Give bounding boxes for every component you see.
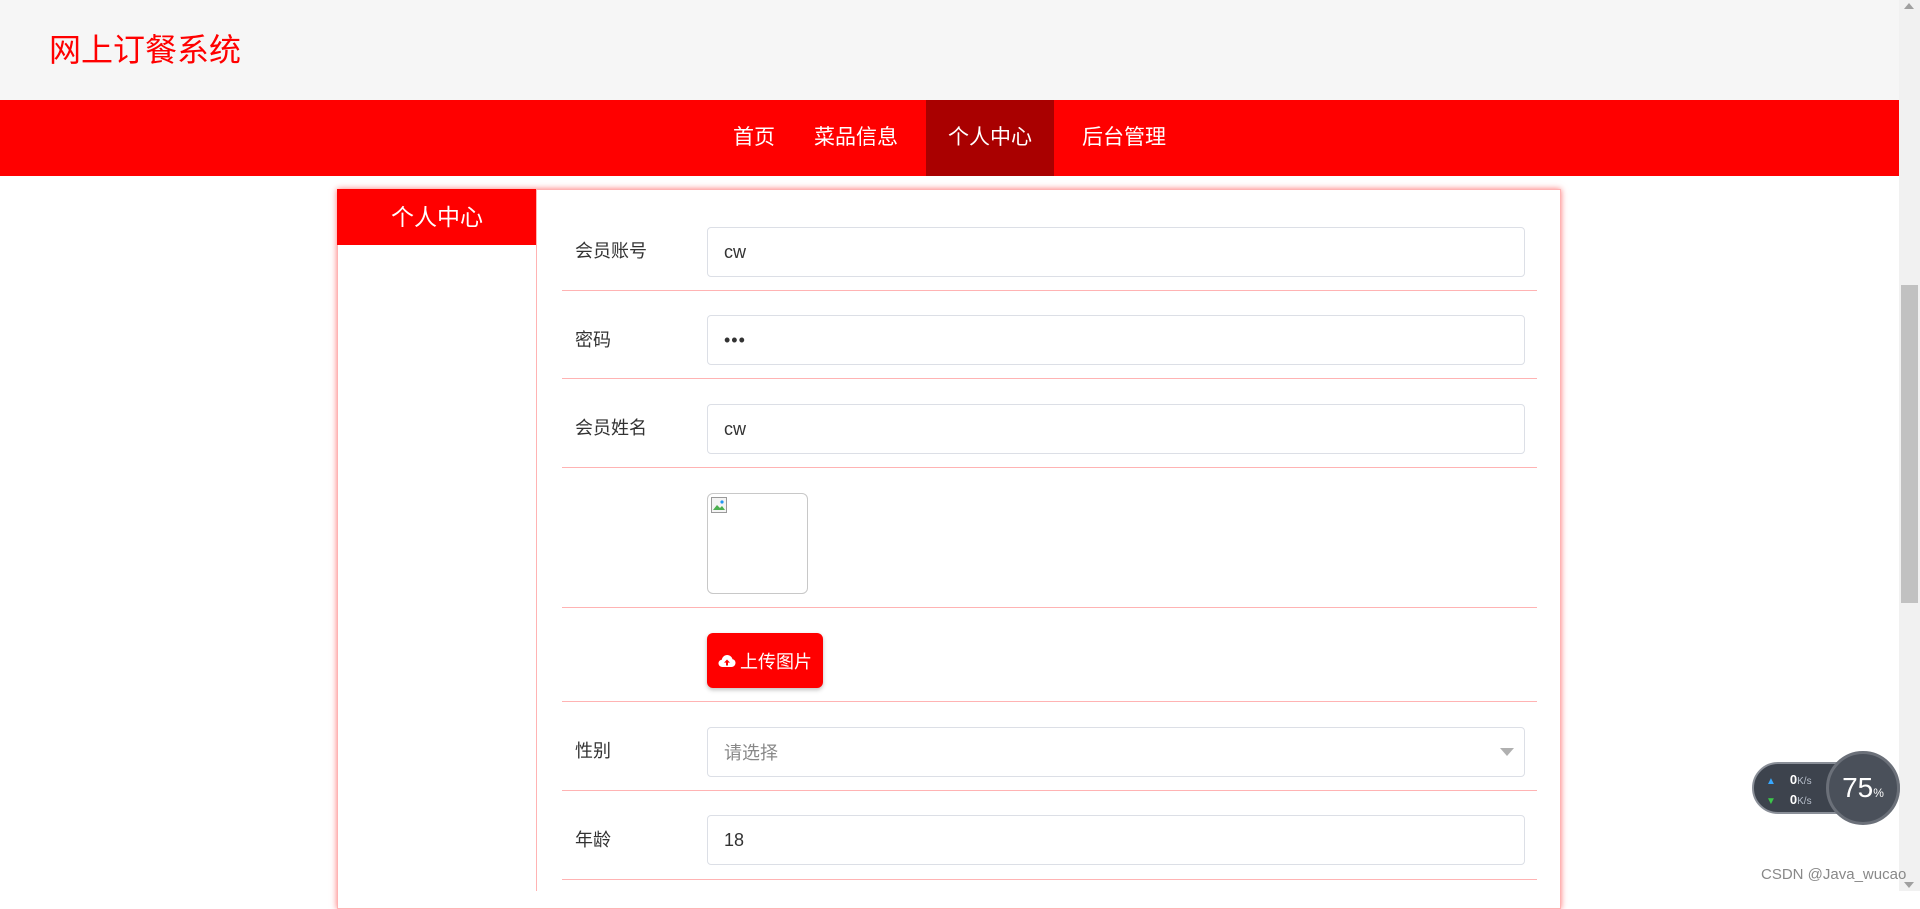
gender-select-placeholder: 请选择 <box>724 743 778 763</box>
password-label: 密码 <box>575 330 611 350</box>
chevron-down-icon <box>1500 748 1514 756</box>
page-scrollbar[interactable] <box>1899 0 1920 891</box>
cloud-upload-icon <box>718 654 736 667</box>
password-input[interactable] <box>707 315 1525 365</box>
sidebar-title[interactable]: 个人中心 <box>337 189 537 245</box>
row-divider <box>562 607 1537 608</box>
account-label: 会员账号 <box>575 241 647 261</box>
gender-select[interactable]: 请选择 <box>707 727 1525 777</box>
download-arrow-icon: ▼ <box>1766 796 1776 807</box>
avatar-image[interactable] <box>707 493 808 594</box>
nav-item-admin[interactable]: 后台管理 <box>1074 100 1174 176</box>
name-label: 会员姓名 <box>575 418 647 438</box>
download-speed: ▼ 0K/s <box>1766 792 1812 807</box>
scrollbar-thumb[interactable] <box>1901 285 1918 603</box>
watermark: CSDN @Java_wucao <box>1761 866 1907 883</box>
top-header: 网上订餐系统 <box>0 0 1899 100</box>
memory-usage-gauge[interactable]: 75% <box>1826 751 1900 825</box>
upload-arrow-icon: ▲ <box>1766 776 1776 787</box>
scroll-up-arrow-icon[interactable] <box>1904 3 1914 9</box>
upload-image-button[interactable]: 上传图片 <box>707 633 823 688</box>
main-navbar: 首页 菜品信息 个人中心 后台管理 <box>0 100 1899 176</box>
row-divider <box>562 790 1537 791</box>
gauge-value: 75% <box>1842 772 1884 803</box>
profile-panel <box>337 189 1561 909</box>
nav-item-personal-center[interactable]: 个人中心 <box>926 100 1054 176</box>
name-input[interactable] <box>707 404 1525 454</box>
upload-speed: ▲ 0K/s <box>1766 772 1812 787</box>
site-title[interactable]: 网上订餐系统 <box>49 30 241 70</box>
sidebar-divider <box>536 189 537 891</box>
upload-button-label: 上传图片 <box>740 651 812 672</box>
nav-item-home[interactable]: 首页 <box>722 100 786 176</box>
row-divider <box>562 467 1537 468</box>
account-input[interactable] <box>707 227 1525 277</box>
gender-label: 性别 <box>575 741 611 761</box>
age-input[interactable] <box>707 815 1525 865</box>
row-divider <box>562 701 1537 702</box>
nav-item-dishes[interactable]: 菜品信息 <box>806 100 906 176</box>
row-divider <box>562 378 1537 379</box>
broken-image-icon <box>711 497 727 513</box>
age-label: 年龄 <box>575 830 611 850</box>
row-divider <box>562 290 1537 291</box>
row-divider <box>562 879 1537 880</box>
